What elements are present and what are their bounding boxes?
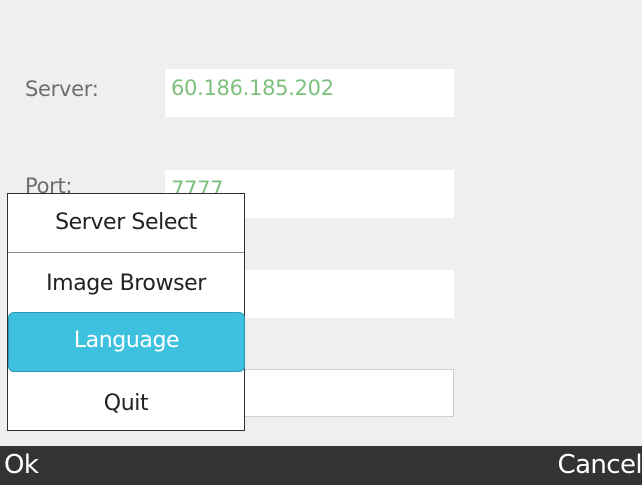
options-menu: Server Select Image Browser Language Qui… — [7, 193, 245, 431]
menu-item-quit[interactable]: Quit — [8, 386, 244, 422]
menu-divider — [8, 252, 244, 253]
ok-softkey[interactable]: Ok — [4, 446, 39, 485]
softkey-bar: Ok Cancel — [0, 446, 642, 485]
cancel-softkey[interactable]: Cancel — [558, 446, 642, 485]
server-label: Server: — [25, 77, 99, 101]
menu-item-language[interactable]: Language — [8, 312, 245, 372]
menu-item-image-browser[interactable]: Image Browser — [8, 266, 244, 302]
menu-item-server-select[interactable]: Server Select — [8, 205, 244, 241]
server-field[interactable]: 60.186.185.202 — [165, 69, 454, 117]
